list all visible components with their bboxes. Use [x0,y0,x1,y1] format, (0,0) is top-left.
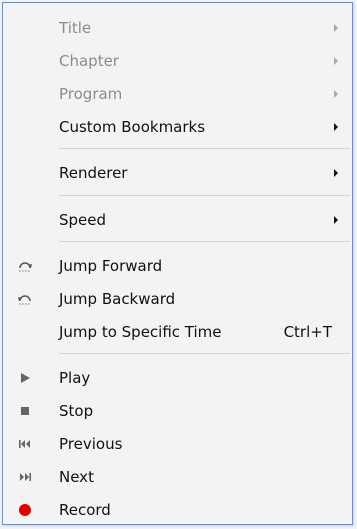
play-icon [15,368,35,388]
menu-item-chapter[interactable]: Chapter [3,44,352,77]
previous-icon [15,434,35,454]
menu-item-speed-label: Speed [59,210,107,229]
menu-item-record[interactable]: Record [3,493,352,526]
jump-backward-icon [15,289,35,309]
menu-item-renderer-label: Renderer [59,163,128,182]
menu-item-jump-to-time-label: Jump to Specific Time [59,322,222,341]
shortcut-label: Ctrl+T [283,322,332,341]
menu-item-title[interactable]: Title [3,11,352,44]
menu-item-jump-to-time[interactable]: Jump to Specific Time Ctrl+T [3,315,352,348]
menu-item-next[interactable]: Next [3,460,352,493]
menu-item-record-label: Record [59,500,111,519]
stop-icon [15,401,35,421]
playback-context-menu: Title Chapter Program Custom Bookmarks R… [2,2,353,525]
submenu-arrow-icon [334,89,338,98]
menu-separator [59,195,350,196]
submenu-arrow-icon [334,168,338,177]
menu-item-jump-forward-label: Jump Forward [59,256,163,275]
submenu-arrow-icon [334,215,338,224]
menu-item-jump-forward[interactable]: Jump Forward [3,249,352,282]
menu-item-previous-label: Previous [59,434,123,453]
submenu-arrow-icon [334,23,338,32]
menu-item-renderer[interactable]: Renderer [3,156,352,189]
jump-forward-icon [15,256,35,276]
menu-item-chapter-label: Chapter [59,51,119,70]
menu-item-play[interactable]: Play [3,361,352,394]
menu-item-speed[interactable]: Speed [3,203,352,236]
menu-item-next-label: Next [59,467,94,486]
next-icon [15,467,35,487]
menu-separator [59,148,350,149]
menu-separator [59,353,350,354]
menu-item-program[interactable]: Program [3,77,352,110]
menu-item-custom-bookmarks-label: Custom Bookmarks [59,117,206,136]
submenu-arrow-icon [334,122,338,131]
menu-separator [59,241,350,242]
menu-item-previous[interactable]: Previous [3,427,352,460]
menu-item-title-label: Title [59,18,92,37]
record-icon [15,500,35,520]
menu-item-jump-backward[interactable]: Jump Backward [3,282,352,315]
menu-item-program-label: Program [59,84,123,103]
menu-item-custom-bookmarks[interactable]: Custom Bookmarks [3,110,352,143]
menu-item-jump-backward-label: Jump Backward [59,289,176,308]
menu-item-stop[interactable]: Stop [3,394,352,427]
submenu-arrow-icon [334,56,338,65]
menu-item-play-label: Play [59,368,91,387]
menu-item-stop-label: Stop [59,401,94,420]
